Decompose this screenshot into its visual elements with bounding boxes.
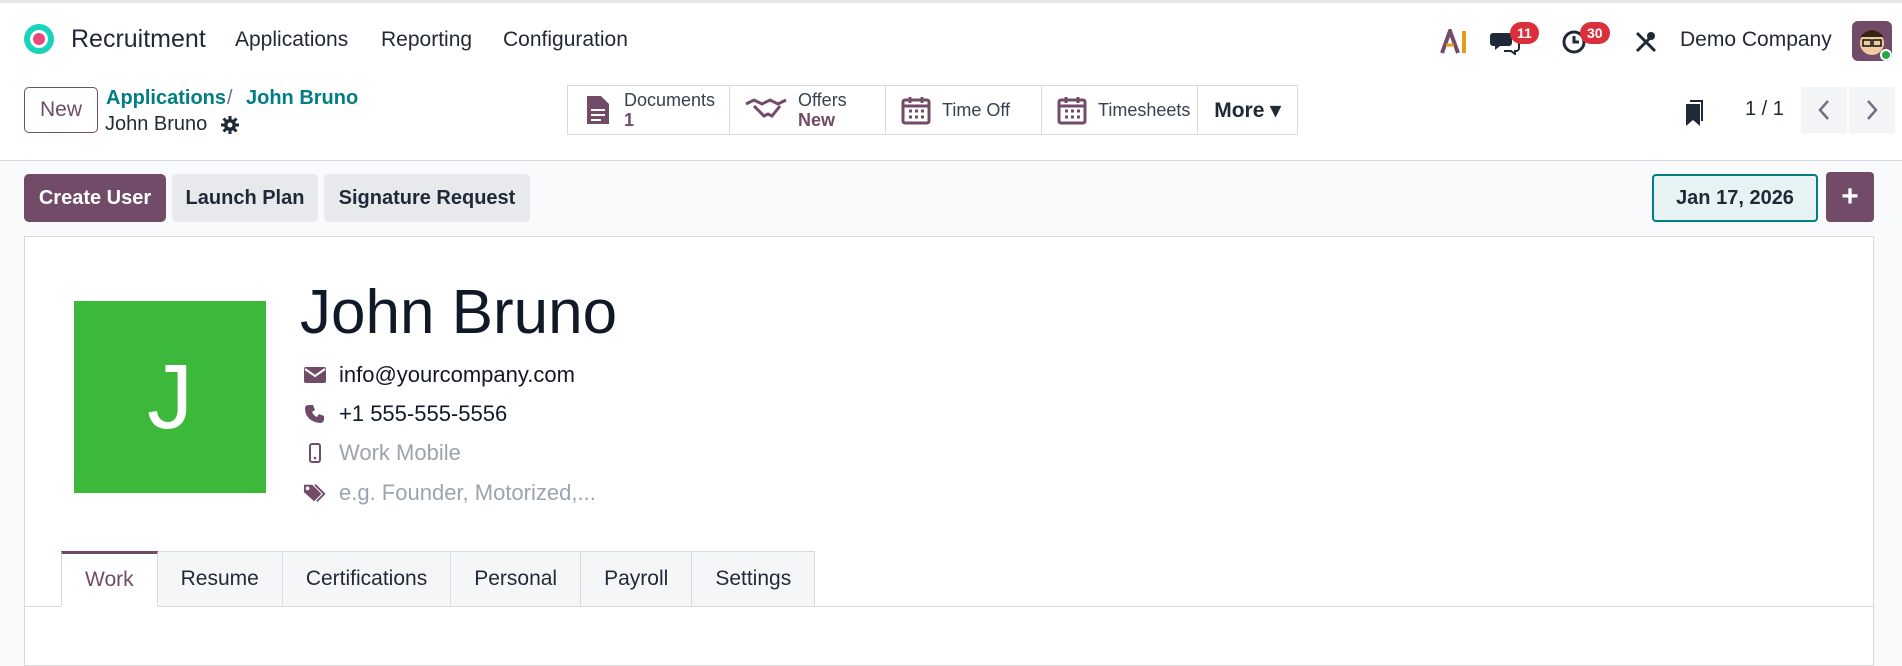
tab-settings[interactable]: Settings xyxy=(692,551,816,607)
menu-configuration[interactable]: Configuration xyxy=(503,28,628,52)
tab-resume[interactable]: Resume xyxy=(157,551,283,607)
tags-field-row: e.g. Founder, Motorized,... xyxy=(303,480,596,506)
timesheets-smart-button[interactable]: Timesheets xyxy=(1041,85,1198,135)
offers-smart-button[interactable]: Offers New xyxy=(729,85,886,135)
date-button[interactable]: Jan 17, 2026 xyxy=(1652,174,1818,222)
app-title[interactable]: Recruitment xyxy=(71,25,206,54)
more-dropdown[interactable]: More ▾ xyxy=(1197,85,1298,135)
record-title: John Bruno xyxy=(105,113,208,135)
tab-personal[interactable]: Personal xyxy=(451,551,582,607)
offers-status: New xyxy=(798,110,836,130)
user-avatar-icon xyxy=(1852,21,1892,61)
email-field-row: info@yourcompany.com xyxy=(303,362,575,388)
phone-field-row: +1 555-555-5556 xyxy=(303,401,507,427)
calendar-icon xyxy=(1057,97,1087,125)
phone-icon xyxy=(305,405,324,423)
tags-field[interactable]: e.g. Founder, Motorized,... xyxy=(339,480,596,506)
chevron-left-icon xyxy=(1818,100,1829,120)
documents-smart-button[interactable]: Documents 1 xyxy=(567,85,730,135)
breadcrumb-applications[interactable]: Applications xyxy=(106,87,226,110)
employee-name[interactable]: John Bruno xyxy=(300,277,617,348)
notebook-tabs: Work Resume Certifications Personal Payr… xyxy=(61,551,816,607)
chevron-right-icon xyxy=(1867,100,1878,120)
employee-form-sheet: J John Bruno info@yourcompany.com +1 555… xyxy=(24,236,1875,666)
pager-previous-button[interactable] xyxy=(1801,87,1847,133)
timesheets-label: Timesheets xyxy=(1098,100,1191,120)
mobile-icon xyxy=(309,443,321,463)
work-mobile-field[interactable]: Work Mobile xyxy=(339,440,461,466)
breadcrumb-separator: / xyxy=(227,87,233,109)
envelope-icon xyxy=(304,367,326,383)
top-navbar: Recruitment Applications Reporting Confi… xyxy=(0,0,1902,78)
menu-reporting[interactable]: Reporting xyxy=(381,28,472,52)
employee-avatar[interactable]: J xyxy=(74,301,266,493)
calendar-icon xyxy=(901,97,931,125)
menu-applications[interactable]: Applications xyxy=(235,28,348,52)
new-button[interactable]: New xyxy=(24,87,98,133)
email-field[interactable]: info@yourcompany.com xyxy=(339,362,575,388)
signature-request-button[interactable]: Signature Request xyxy=(324,174,530,222)
offers-label: Offers xyxy=(798,90,847,110)
documents-label: Documents xyxy=(624,90,716,110)
tab-payroll[interactable]: Payroll xyxy=(581,551,693,607)
create-user-button[interactable]: Create User xyxy=(24,174,166,222)
tab-work[interactable]: Work xyxy=(61,551,158,607)
time-off-smart-button[interactable]: Time Off xyxy=(885,85,1042,135)
bookmark-icon[interactable] xyxy=(1682,100,1704,128)
pager-next-button[interactable] xyxy=(1849,87,1895,133)
launch-plan-button[interactable]: Launch Plan xyxy=(172,174,318,222)
time-off-label: Time Off xyxy=(942,100,1011,120)
breadcrumb-john-bruno[interactable]: John Bruno xyxy=(246,87,358,110)
tab-certifications[interactable]: Certifications xyxy=(282,551,452,607)
ai-icon[interactable] xyxy=(1440,29,1470,55)
pager-value[interactable]: 1 / 1 xyxy=(1745,98,1784,121)
documents-count: 1 xyxy=(624,110,635,130)
add-button[interactable]: + xyxy=(1826,172,1874,222)
mobile-field-row: Work Mobile xyxy=(303,440,461,466)
handshake-icon xyxy=(745,98,787,118)
company-switcher[interactable]: Demo Company xyxy=(1680,28,1832,52)
recruitment-logo-icon[interactable] xyxy=(22,22,56,56)
activities-badge: 30 xyxy=(1580,22,1610,44)
document-icon xyxy=(587,96,609,124)
control-panel: New Applications / John Bruno John Bruno… xyxy=(0,78,1902,161)
messages-badge: 11 xyxy=(1510,22,1539,44)
user-avatar[interactable] xyxy=(1852,21,1892,61)
tags-icon xyxy=(303,484,326,502)
tools-icon[interactable] xyxy=(1634,30,1658,54)
phone-field[interactable]: +1 555-555-5556 xyxy=(339,401,507,427)
gear-icon[interactable] xyxy=(220,115,240,135)
